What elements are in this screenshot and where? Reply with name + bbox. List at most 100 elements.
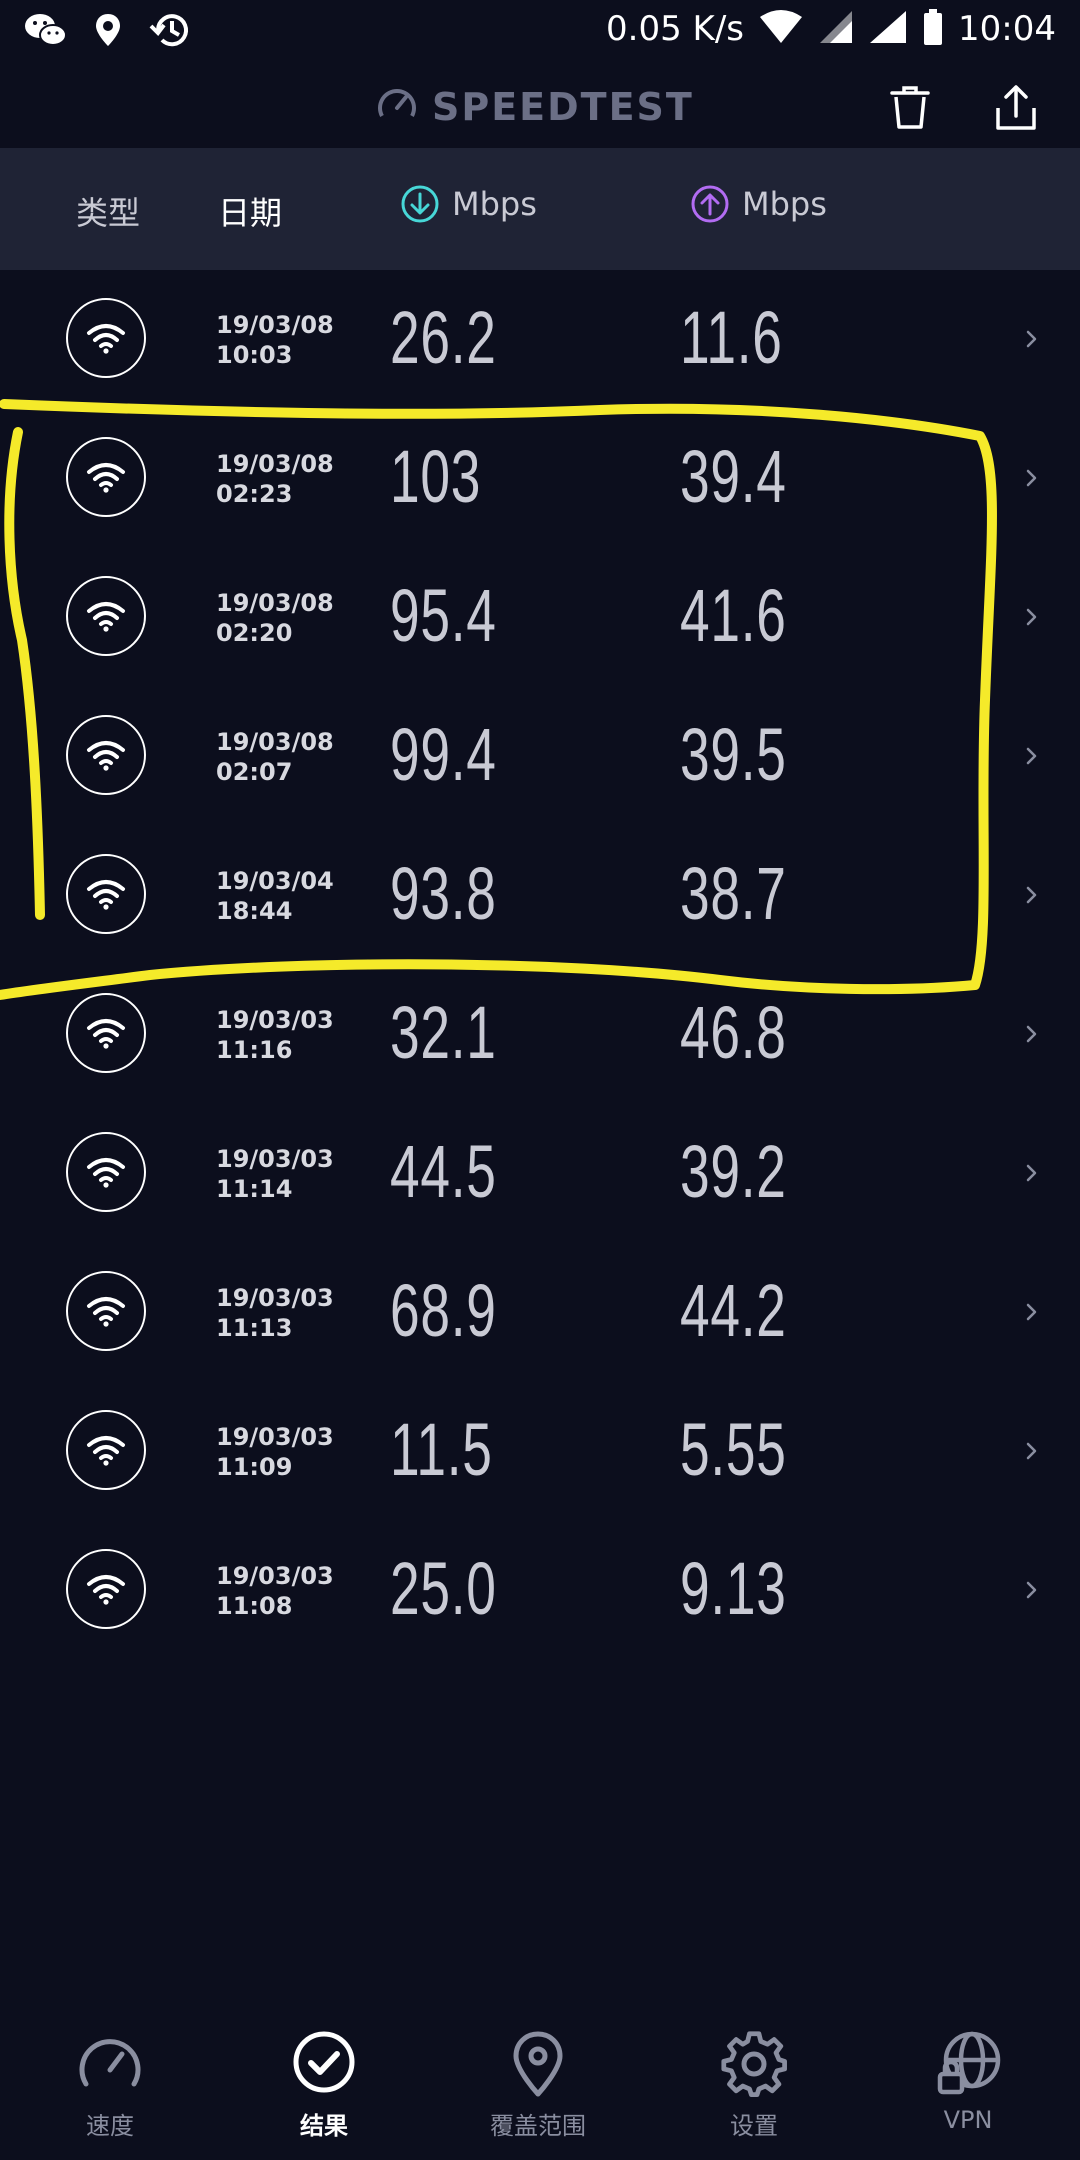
download-speed: 99.4 — [390, 713, 497, 796]
row-chevron — [1020, 741, 1044, 771]
status-bar: 0.05 K/s 10:04 — [0, 0, 1080, 64]
nav-settings[interactable]: 设置 — [674, 2030, 834, 2141]
result-row[interactable]: 19/03/03 11:16 32.1 46.8 — [0, 965, 1080, 1104]
download-unit: Mbps — [452, 185, 537, 223]
app-title: SPEEDTEST — [432, 85, 694, 129]
chevron-right-icon — [1026, 469, 1037, 487]
result-row[interactable]: 19/03/04 18:44 93.8 38.7 — [0, 826, 1080, 965]
connection-type-badge — [66, 576, 146, 656]
map-pin-icon — [513, 2031, 563, 2097]
result-date: 19/03/08 — [216, 311, 334, 339]
result-datetime: 19/03/03 11:09 — [216, 1422, 334, 1482]
result-date: 19/03/03 — [216, 1006, 334, 1034]
chevron-right-icon — [1026, 1581, 1037, 1599]
result-datetime: 19/03/03 11:13 — [216, 1283, 334, 1343]
result-datetime: 19/03/03 11:08 — [216, 1561, 334, 1621]
chevron-right-icon — [1026, 1025, 1037, 1043]
wifi-icon — [87, 602, 125, 632]
upload-speed: 9.13 — [680, 1547, 787, 1630]
upload-speed: 41.6 — [680, 574, 787, 657]
nav-settings-label: 设置 — [730, 2112, 778, 2140]
check-circle-icon — [293, 2031, 355, 2093]
upload-arrow-icon — [691, 185, 729, 223]
connection-type-badge — [66, 854, 146, 934]
nav-results[interactable]: 结果 — [244, 2030, 404, 2141]
app-header: SPEEDTEST — [0, 64, 1080, 148]
result-time: 10:03 — [216, 341, 293, 369]
upload-speed: 39.2 — [680, 1130, 787, 1213]
result-datetime: 19/03/08 10:03 — [216, 310, 334, 370]
sort-by-date[interactable]: 日期 — [218, 188, 282, 234]
connection-type-badge — [66, 298, 146, 378]
wifi-signal-icon — [758, 9, 804, 49]
result-time: 02:07 — [216, 758, 293, 786]
result-row[interactable]: 19/03/08 02:23 103 39.4 — [0, 409, 1080, 548]
result-time: 11:13 — [216, 1314, 293, 1342]
sort-by-type[interactable]: 类型 — [76, 188, 140, 234]
row-chevron — [1020, 602, 1044, 632]
result-date: 19/03/08 — [216, 450, 334, 478]
result-datetime: 19/03/04 18:44 — [216, 866, 334, 926]
cell-signal-icon-2 — [868, 9, 908, 49]
result-time: 11:08 — [216, 1592, 293, 1620]
delete-button[interactable] — [880, 78, 940, 138]
chevron-right-icon — [1026, 747, 1037, 765]
nav-speed[interactable]: 速度 — [30, 2030, 190, 2141]
bottom-navigation: 速度 结果 覆盖范围 设置 VPN — [0, 2010, 1080, 2160]
result-time: 18:44 — [216, 897, 293, 925]
sort-by-upload[interactable]: Mbps — [690, 184, 827, 224]
download-speed: 68.9 — [390, 1269, 497, 1352]
row-chevron — [1020, 1158, 1044, 1188]
download-arrow-icon — [401, 185, 439, 223]
result-date: 19/03/03 — [216, 1423, 334, 1451]
chevron-right-icon — [1026, 886, 1037, 904]
wifi-icon — [87, 463, 125, 493]
share-icon — [996, 85, 1036, 130]
result-row[interactable]: 19/03/03 11:08 25.0 9.13 — [0, 1521, 1080, 1660]
nav-speed-label: 速度 — [86, 2112, 134, 2140]
result-datetime: 19/03/03 11:16 — [216, 1005, 334, 1065]
result-datetime: 19/03/08 02:23 — [216, 449, 334, 509]
wifi-icon — [87, 741, 125, 771]
result-datetime: 19/03/08 02:07 — [216, 727, 334, 787]
row-chevron — [1020, 324, 1044, 354]
result-row[interactable]: 19/03/03 11:13 68.9 44.2 — [0, 1243, 1080, 1382]
row-chevron — [1020, 1575, 1044, 1605]
upload-speed: 44.2 — [680, 1269, 787, 1352]
upload-speed: 46.8 — [680, 991, 787, 1074]
result-datetime: 19/03/08 02:20 — [216, 588, 334, 648]
nav-vpn[interactable]: VPN — [888, 2030, 1048, 2134]
speedometer-icon — [79, 2039, 141, 2087]
connection-type-badge — [66, 437, 146, 517]
download-speed: 25.0 — [390, 1547, 497, 1630]
result-row[interactable]: 19/03/08 10:03 26.2 11.6 — [0, 270, 1080, 409]
connection-type-badge — [66, 1271, 146, 1351]
history-icon — [148, 10, 192, 54]
wifi-icon — [87, 1575, 125, 1605]
sort-by-download[interactable]: Mbps — [400, 184, 537, 224]
result-time: 02:20 — [216, 619, 293, 647]
result-date: 19/03/08 — [216, 728, 334, 756]
speedtest-logo: SPEEDTEST — [376, 84, 694, 130]
row-chevron — [1020, 1297, 1044, 1327]
upload-unit: Mbps — [742, 185, 827, 223]
upload-speed: 39.5 — [680, 713, 787, 796]
gear-icon — [721, 2031, 787, 2097]
connection-type-badge — [66, 993, 146, 1073]
nav-coverage[interactable]: 覆盖范围 — [458, 2030, 618, 2141]
wechat-icon — [24, 12, 68, 52]
row-chevron — [1020, 463, 1044, 493]
share-button[interactable] — [986, 78, 1046, 138]
download-speed: 26.2 — [390, 296, 497, 379]
result-row[interactable]: 19/03/08 02:20 95.4 41.6 — [0, 548, 1080, 687]
nav-vpn-label: VPN — [943, 2106, 993, 2134]
connection-type-badge — [66, 1549, 146, 1629]
result-row[interactable]: 19/03/03 11:14 44.5 39.2 — [0, 1104, 1080, 1243]
result-row[interactable]: 19/03/03 11:09 11.5 5.55 — [0, 1382, 1080, 1521]
chevron-right-icon — [1026, 1442, 1037, 1460]
connection-type-badge — [66, 1410, 146, 1490]
result-row[interactable]: 19/03/08 02:07 99.4 39.5 — [0, 687, 1080, 826]
upload-speed: 39.4 — [680, 435, 787, 518]
battery-icon — [922, 8, 944, 50]
wifi-icon — [87, 880, 125, 910]
